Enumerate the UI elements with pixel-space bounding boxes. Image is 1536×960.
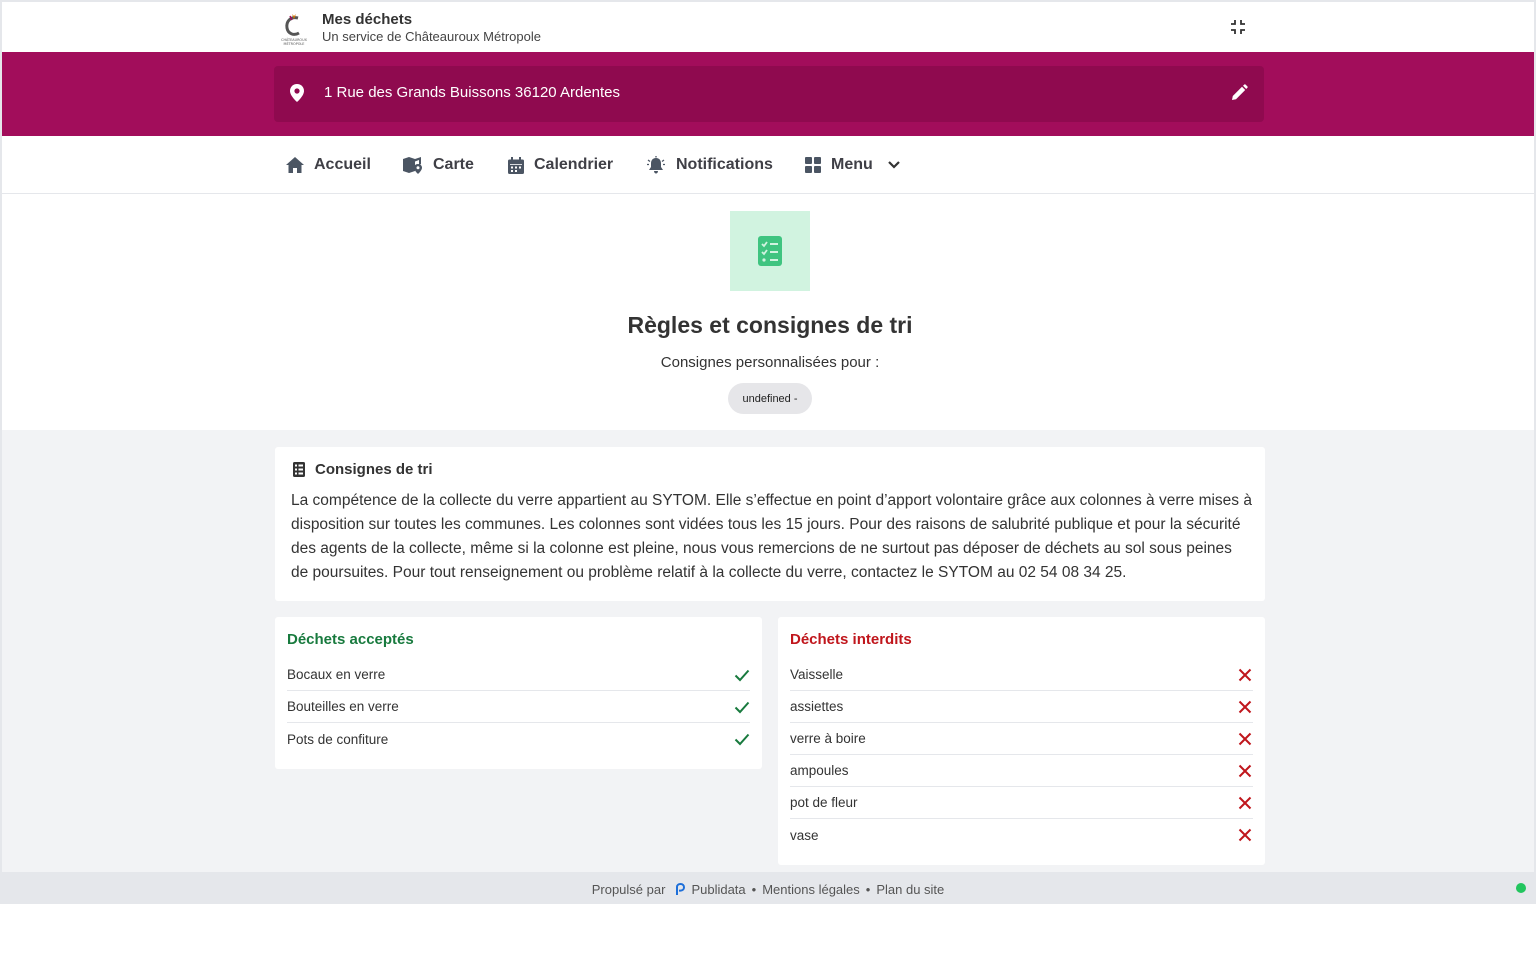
list-item: ampoules — [790, 755, 1253, 787]
profile-chip[interactable]: undefined - — [728, 383, 812, 414]
check-icon — [734, 669, 750, 681]
check-icon — [734, 701, 750, 713]
info-heading-label: Consignes de tri — [315, 461, 433, 478]
calendar-icon — [508, 156, 524, 174]
svg-text:MÉTROPOLE: MÉTROPOLE — [284, 41, 305, 46]
address-text: 1 Rue des Grands Buissons 36120 Ardentes — [324, 84, 621, 101]
pencil-icon[interactable] — [1230, 84, 1248, 102]
app-title: Mes déchets — [322, 11, 413, 28]
chateauroux-metropole-logo: CHÂTEAUROUX MÉTROPOLE — [276, 10, 312, 46]
nav-calendrier[interactable]: Calendrier — [508, 136, 613, 194]
app-subtitle: Un service de Châteauroux Métropole — [322, 29, 541, 44]
footer-separator: • — [865, 881, 871, 897]
info-card: Consignes de tri La compétence de la col… — [275, 447, 1265, 601]
forbidden-title: Déchets interdits — [790, 631, 912, 648]
legal-link[interactable]: Mentions légales — [762, 882, 860, 897]
list-item: Vaisselle — [790, 659, 1253, 691]
nav-notifications[interactable]: Notifications — [646, 136, 773, 194]
info-heading: Consignes de tri — [293, 461, 433, 478]
list-item-label: assiettes — [790, 699, 844, 714]
address-band: 1 Rue des Grands Buissons 36120 Ardentes — [2, 52, 1534, 136]
address-selector[interactable]: 1 Rue des Grands Buissons 36120 Ardentes — [274, 66, 1264, 122]
content-area: Consignes de tri La compétence de la col… — [2, 430, 1534, 872]
top-header: CHÂTEAUROUX MÉTROPOLE Mes déchets Un ser… — [2, 2, 1534, 52]
info-body: La compétence de la collecte du verre ap… — [291, 492, 1252, 581]
nav-carte[interactable]: Carte — [403, 136, 474, 194]
home-icon — [286, 157, 304, 173]
list-item-label: Vaisselle — [790, 667, 844, 682]
list-item: vase — [790, 819, 1253, 851]
accepted-card: Déchets acceptés Bocaux en verre Bouteill… — [275, 617, 762, 769]
nav-label: Menu — [831, 156, 873, 173]
list-item-label: pot de fleur — [790, 795, 858, 810]
sitemap-link[interactable]: Plan du site — [876, 882, 944, 897]
powered-by-label: Propulsé par — [591, 881, 666, 897]
status-indicator — [1516, 883, 1526, 893]
forbidden-card: Déchets interdits Vaisselle assiettes verr… — [778, 617, 1265, 865]
calculator-list-icon — [293, 462, 305, 477]
publidata-logo-icon — [676, 883, 686, 895]
page-subtitle: Consignes personnalisées pour : — [660, 354, 880, 371]
list-item: verre à boire — [790, 723, 1253, 755]
list-item-label: verre à boire — [790, 731, 866, 746]
app-frame: CHÂTEAUROUX MÉTROPOLE Mes déchets Un ser… — [0, 0, 1536, 904]
list-item-label: Pots de confiture — [287, 731, 389, 747]
nav-label: Notifications — [676, 156, 773, 173]
list-item-label: Bocaux en verre — [287, 667, 386, 682]
list-item: Pots de confiture — [287, 723, 750, 755]
page-title: Règles et consignes de tri — [627, 312, 913, 338]
chevron-down-icon — [888, 161, 900, 169]
cross-icon — [1238, 732, 1252, 745]
cross-icon — [1238, 796, 1252, 809]
nav-label: Accueil — [314, 156, 371, 173]
list-item-label: vase — [790, 827, 819, 843]
checklist-icon — [730, 211, 810, 291]
nav-label: Calendrier — [534, 156, 614, 173]
list-item-label: ampoules — [790, 763, 849, 778]
check-icon — [734, 733, 750, 746]
publidata-link[interactable]: Publidata — [691, 882, 745, 897]
footer: Propulsé par Publidata • Mentions légale… — [2, 872, 1534, 904]
cross-icon — [1238, 828, 1252, 842]
page-hero: Règles et consignes de tri Consignes per… — [2, 194, 1534, 430]
collapse-button[interactable] — [1226, 15, 1250, 39]
list-item: assiettes — [790, 691, 1253, 723]
nav-label: Carte — [433, 156, 474, 173]
cross-icon — [1238, 764, 1252, 777]
nav-accueil[interactable]: Accueil — [286, 136, 371, 194]
cross-icon — [1238, 668, 1252, 681]
main-nav: Accueil Carte Calendrier Notifications M… — [2, 136, 1534, 194]
map-icon — [403, 157, 422, 174]
nav-menu[interactable]: Menu — [805, 136, 901, 194]
compress-icon — [1231, 20, 1245, 34]
accepted-list: Bocaux en verre Bouteilles en verre Pots d… — [287, 659, 750, 755]
map-pin-icon — [290, 84, 304, 102]
grid-icon — [805, 157, 821, 173]
accepted-title: Déchets acceptés — [287, 631, 414, 648]
list-item: Bouteilles en verre — [287, 691, 750, 723]
list-item: Bocaux en verre — [287, 659, 750, 691]
forbidden-list: Vaisselle assiettes verre à boire ampoules p… — [790, 659, 1253, 851]
list-item-label: Bouteilles en verre — [287, 699, 399, 714]
footer-separator: • — [751, 881, 757, 897]
list-item: pot de fleur — [790, 787, 1253, 819]
cross-icon — [1238, 700, 1252, 713]
bell-icon — [647, 156, 665, 174]
